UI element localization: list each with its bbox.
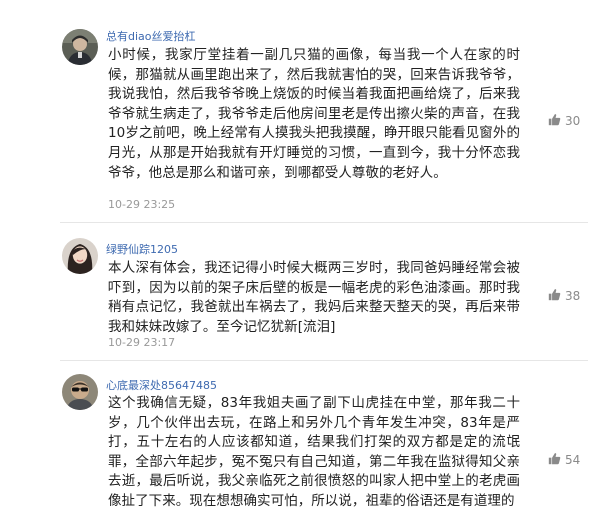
- user-avatar-sunglasses-icon[interactable]: [62, 374, 98, 410]
- like-count: 54: [565, 452, 581, 467]
- thumbs-up-icon: [548, 286, 561, 305]
- comment-item: 绿野仙踪1205 本人深有体会，我还记得小时候大概两三岁时，我同爸妈睡经常会被吓…: [0, 222, 600, 360]
- like-count: 30: [565, 113, 581, 128]
- comment-text: 小时候，我家厅堂挂着一副几只猫的画像，每当我一个人在家的时候，那猫就从画里跑出来…: [108, 47, 520, 181]
- comment-item: 心底最深处85647485 这个我确信无疑，83年我姐夫画了副下山虎挂在中堂，那…: [0, 360, 600, 524]
- comment-timestamp: 10-29 23:17: [108, 336, 176, 349]
- like-count: 38: [565, 288, 581, 303]
- thumbs-up-icon: [548, 450, 561, 469]
- comment-username[interactable]: 绿野仙踪1205: [106, 241, 178, 257]
- like-button[interactable]: 38: [548, 286, 580, 305]
- user-avatar-woman-icon[interactable]: [62, 238, 98, 274]
- thumbs-up-icon: [548, 111, 561, 130]
- comment-feed: 总有diao丝爱抬杠 小时候，我家厅堂挂着一副几只猫的画像，每当我一个人在家的时…: [0, 0, 600, 524]
- user-avatar-man-icon[interactable]: [62, 29, 98, 65]
- comment-text: 这个我确信无疑，83年我姐夫画了副下山虎挂在中堂，那年我二十岁，几个伙伴出去玩，…: [108, 395, 520, 509]
- comment-item: 总有diao丝爱抬杠 小时候，我家厅堂挂着一副几只猫的画像，每当我一个人在家的时…: [0, 0, 600, 222]
- comment-text: 本人深有体会，我还记得小时候大概两三岁时，我同爸妈睡经常会被吓到，因为以前的架子…: [108, 260, 520, 335]
- like-button[interactable]: 54: [548, 450, 580, 469]
- comment-timestamp: 10-29 23:25: [108, 198, 176, 211]
- comment-username[interactable]: 心底最深处85647485: [106, 377, 217, 393]
- like-button[interactable]: 30: [548, 111, 580, 130]
- comment-username[interactable]: 总有diao丝爱抬杠: [106, 28, 196, 44]
